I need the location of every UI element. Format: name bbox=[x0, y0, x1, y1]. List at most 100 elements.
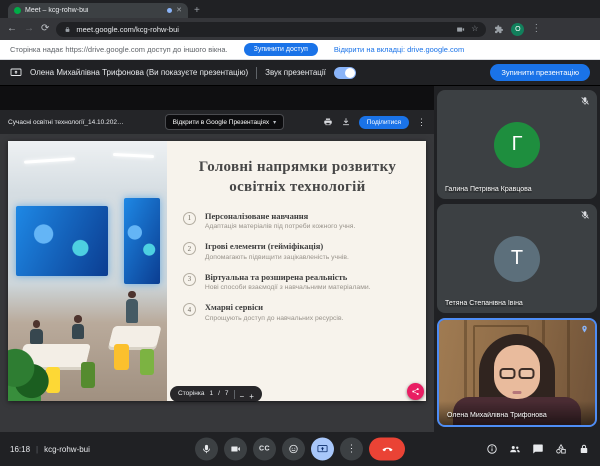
student-figure bbox=[126, 291, 139, 323]
lock-icon bbox=[578, 443, 590, 455]
slide-item: 4 Хмарні сервіси Спрощують доступ до нав… bbox=[183, 302, 412, 322]
captions-icon: CC bbox=[259, 446, 270, 453]
item-title: Персоналізоване навчання bbox=[205, 211, 356, 221]
slide-item: 1 Персоналізоване навчання Адаптація мат… bbox=[183, 211, 412, 231]
decor-shape bbox=[33, 320, 40, 327]
divider bbox=[256, 67, 257, 79]
page-controls: Сторінка 1 / 7 − + bbox=[170, 386, 262, 402]
student-figure bbox=[30, 320, 43, 343]
slide: Головні напрямки розвитку освітніх техно… bbox=[8, 141, 426, 401]
avatar-initial: Т bbox=[511, 247, 523, 270]
call-end-icon bbox=[381, 443, 394, 456]
participant-tile[interactable]: Т Тетяна Степанівна Івіна bbox=[437, 204, 597, 313]
decor-shape bbox=[500, 368, 516, 379]
mic-muted-icon bbox=[580, 96, 590, 106]
call-controls: CC ⋮ bbox=[195, 438, 405, 461]
new-tab-button[interactable]: + bbox=[194, 6, 200, 18]
screen-share-icon bbox=[10, 67, 22, 79]
plant-decor bbox=[8, 346, 51, 401]
bookmark-star-icon[interactable]: ☆ bbox=[471, 25, 478, 33]
item-number: 3 bbox=[183, 273, 196, 286]
leave-call-button[interactable] bbox=[369, 438, 405, 461]
share-fab-button[interactable] bbox=[407, 383, 424, 400]
camera-button[interactable] bbox=[224, 438, 247, 461]
item-desc: Нові способи взаємодії з навчальними мат… bbox=[205, 284, 371, 291]
camera-icon bbox=[230, 444, 241, 455]
extensions-icon[interactable] bbox=[493, 24, 504, 35]
presentation-audio-label: Звук презентації bbox=[265, 68, 326, 77]
slide-content: Головні напрямки розвитку освітніх техно… bbox=[167, 141, 426, 401]
item-desc: Спрощують доступ до навчальних ресурсів. bbox=[205, 315, 344, 322]
back-button[interactable]: ← bbox=[7, 24, 17, 34]
meeting-info: 16:18 | kcg-rohw-bui bbox=[10, 432, 90, 466]
shared-screen: Сучасні освітні технології_14.10.2024.pd… bbox=[0, 86, 434, 432]
meeting-details-button[interactable] bbox=[486, 443, 498, 455]
drive-share-button[interactable]: Поділитися bbox=[359, 116, 409, 129]
file-name: Сучасні освітні технології_14.10.2024.pd… bbox=[8, 119, 126, 126]
forward-button[interactable]: → bbox=[24, 24, 34, 34]
item-title: Хмарні сервіси bbox=[205, 302, 344, 312]
present-screen-icon bbox=[317, 444, 328, 455]
activities-button[interactable] bbox=[555, 443, 567, 455]
divider: | bbox=[36, 445, 38, 454]
download-button[interactable] bbox=[341, 117, 351, 127]
browser-toolbar: ← → ⟳ meet.google.com/kcg-rohw-bui ☆ О ⋮ bbox=[0, 18, 600, 40]
decor-shape bbox=[513, 391, 522, 394]
more-actions-icon[interactable]: ⋮ bbox=[417, 117, 426, 128]
decor-shape bbox=[128, 291, 135, 298]
reactions-button[interactable] bbox=[282, 438, 305, 461]
chat-button[interactable] bbox=[532, 443, 544, 455]
url-text: meet.google.com/kcg-rohw-bui bbox=[76, 25, 179, 34]
classroom-display bbox=[16, 206, 108, 276]
captions-button[interactable]: CC bbox=[253, 438, 276, 461]
document-preview-area: Головні напрямки розвитку освітніх техно… bbox=[0, 134, 434, 432]
avatar: Г bbox=[494, 122, 540, 168]
open-with-label: Відкрити в Google Презентаціях bbox=[173, 119, 269, 126]
zoom-out-button[interactable]: − bbox=[240, 387, 245, 402]
address-bar[interactable]: meet.google.com/kcg-rohw-bui ☆ bbox=[56, 22, 486, 37]
chevron-down-icon: ▾ bbox=[273, 119, 276, 126]
host-controls-button[interactable] bbox=[578, 443, 590, 455]
print-button[interactable] bbox=[323, 117, 333, 127]
browser-menu-icon[interactable]: ⋮ bbox=[531, 24, 541, 34]
item-number: 1 bbox=[183, 212, 196, 225]
page-total: 7 bbox=[225, 391, 229, 398]
item-desc: Допомагають підвищити зацікавленість учн… bbox=[205, 254, 349, 261]
mic-muted-icon bbox=[580, 210, 590, 220]
slide-title: Головні напрямки розвитку освітніх техно… bbox=[183, 157, 412, 198]
stop-presenting-button[interactable]: Зупинити презентацію bbox=[490, 64, 590, 81]
open-shared-tab-link[interactable]: Відкрити на вкладці: drive.google.com bbox=[334, 45, 464, 54]
reload-button[interactable]: ⟳ bbox=[41, 24, 49, 34]
tab-close-icon[interactable]: ✕ bbox=[176, 7, 182, 14]
lock-icon bbox=[64, 26, 71, 33]
glasses-decor bbox=[500, 368, 535, 379]
clock: 16:18 bbox=[10, 445, 30, 454]
pager-label: Сторінка bbox=[178, 391, 204, 398]
sharing-message: Сторінка надає https://drive.google.com … bbox=[10, 45, 228, 54]
participants-panel: Г Галина Петрівна Кравцова Т Тетяна Степ… bbox=[437, 86, 597, 432]
profile-avatar[interactable]: О bbox=[511, 23, 524, 36]
meeting-stage: Сучасні освітні технології_14.10.2024.pd… bbox=[0, 86, 600, 432]
meet-control-bar: 16:18 | kcg-rohw-bui CC ⋮ bbox=[0, 432, 600, 466]
page-current: 1 bbox=[209, 391, 213, 398]
browser-tab[interactable]: Meet – kcg-rohw-bui ✕ bbox=[8, 3, 188, 18]
slide-item-list: 1 Персоналізоване навчання Адаптація мат… bbox=[183, 211, 412, 322]
share-icon bbox=[411, 387, 420, 396]
open-with-button[interactable]: Відкрити в Google Презентаціях ▾ bbox=[165, 114, 284, 130]
stop-sharing-button[interactable]: Зупинити доступ bbox=[244, 43, 318, 56]
more-options-button[interactable]: ⋮ bbox=[340, 438, 363, 461]
zoom-in-button[interactable]: + bbox=[249, 387, 254, 402]
info-icon bbox=[486, 443, 498, 455]
more-vert-icon: ⋮ bbox=[347, 444, 357, 454]
presenter-label: Олена Михайлівна Трифонова (Ви показуєте… bbox=[30, 68, 248, 77]
pin-icon bbox=[580, 325, 589, 334]
present-button[interactable] bbox=[311, 438, 334, 461]
activities-icon bbox=[555, 443, 567, 455]
presentation-audio-toggle[interactable] bbox=[334, 67, 356, 79]
self-video-tile[interactable]: Олена Михайлівна Трифонова bbox=[437, 318, 597, 427]
tab-media-indicator-icon bbox=[167, 8, 172, 13]
participant-tile[interactable]: Г Галина Петрівна Кравцова bbox=[437, 90, 597, 199]
people-button[interactable] bbox=[509, 443, 521, 455]
mic-button[interactable] bbox=[195, 438, 218, 461]
page-separator: / bbox=[218, 391, 220, 398]
